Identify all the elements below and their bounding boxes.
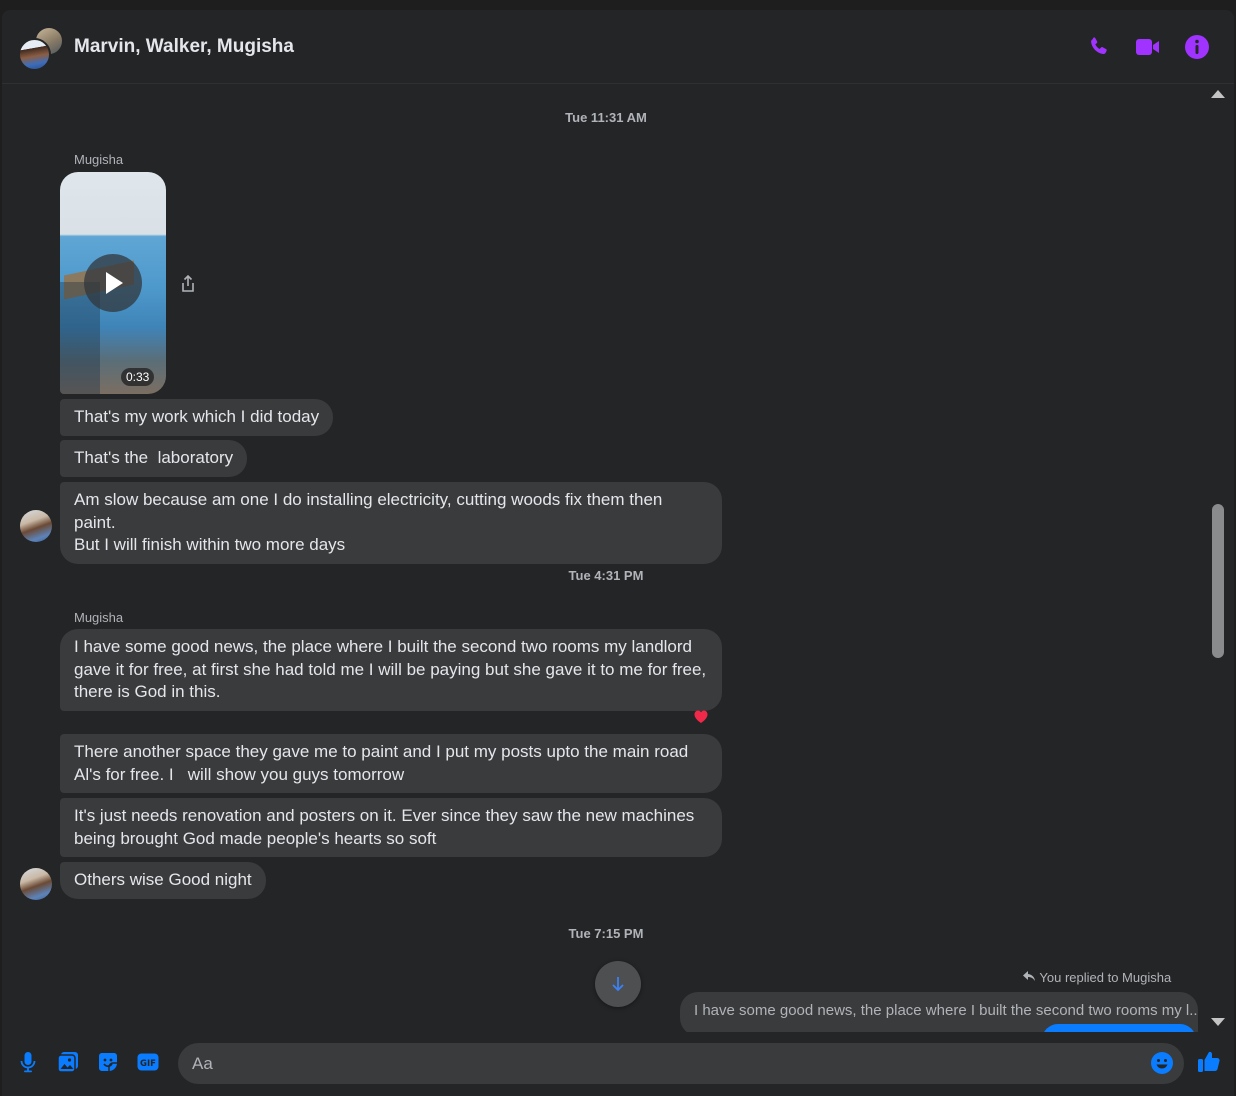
reply-icon — [1022, 970, 1036, 985]
scroll-up-arrow[interactable] — [1211, 90, 1225, 98]
scrollbar-thumb[interactable] — [1212, 504, 1224, 658]
reply-indicator: You replied to Mugisha — [1022, 970, 1171, 985]
avatar[interactable] — [20, 510, 52, 542]
message-bubble[interactable]: That's my work which I did today — [60, 399, 334, 436]
microphone-icon[interactable] — [16, 1050, 40, 1074]
reply-note-text: You replied to Mugisha — [1039, 970, 1172, 985]
heart-reaction-icon[interactable] — [692, 707, 710, 725]
timestamp: Tue 4:31 PM — [568, 568, 644, 583]
avatar — [18, 38, 51, 71]
svg-text:GIF: GIF — [140, 1059, 156, 1069]
group-avatar[interactable] — [18, 24, 66, 72]
message-bubble[interactable]: It's just needs renovation and posters o… — [60, 798, 722, 857]
message-bubble[interactable]: Am slow because am one I do installing e… — [60, 482, 722, 564]
message-input-placeholder: Aa — [192, 1054, 213, 1073]
chat-header: Marvin, Walker, Mugisha — [2, 10, 1234, 84]
message-bubble[interactable]: There another space they gave me to pain… — [60, 734, 722, 793]
sender-name: Mugisha — [74, 152, 124, 167]
sender-name: Mugisha — [74, 610, 124, 625]
arrow-down-icon — [612, 977, 624, 992]
thumbs-up-icon[interactable] — [1196, 1048, 1222, 1074]
chat-window: Marvin, Walker, Mugisha Tue 11:31 AM Mug… — [2, 10, 1234, 1096]
emoji-icon[interactable] — [1150, 1051, 1174, 1075]
conversation-title[interactable]: Marvin, Walker, Mugisha — [74, 36, 294, 58]
sticker-icon[interactable] — [96, 1050, 120, 1074]
avatar[interactable] — [20, 868, 52, 900]
scroll-to-bottom-button[interactable] — [595, 961, 641, 1007]
video-attachment[interactable]: 0:33 — [60, 172, 166, 394]
timestamp: Tue 7:15 PM — [568, 926, 644, 941]
video-camera-icon[interactable] — [1135, 34, 1161, 60]
gif-icon[interactable]: GIF — [136, 1050, 160, 1074]
message-bubble[interactable]: Others wise Good night — [60, 862, 266, 899]
message-bubble[interactable]: I have some good news, the place where I… — [60, 629, 722, 711]
scrollbar[interactable] — [1208, 86, 1226, 1032]
message-bubble[interactable]: That's the laboratory — [60, 440, 248, 477]
info-icon[interactable] — [1184, 34, 1210, 60]
share-icon[interactable] — [180, 274, 196, 293]
play-icon[interactable] — [84, 254, 142, 312]
video-duration: 0:33 — [121, 368, 155, 386]
timestamp: Tue 11:31 AM — [565, 110, 647, 125]
composer-bar: GIF Aa — [2, 1032, 1234, 1096]
scroll-down-arrow[interactable] — [1211, 1018, 1225, 1026]
photo-icon[interactable] — [56, 1050, 80, 1074]
phone-icon[interactable] — [1086, 34, 1112, 60]
message-input[interactable]: Aa — [178, 1043, 1184, 1084]
